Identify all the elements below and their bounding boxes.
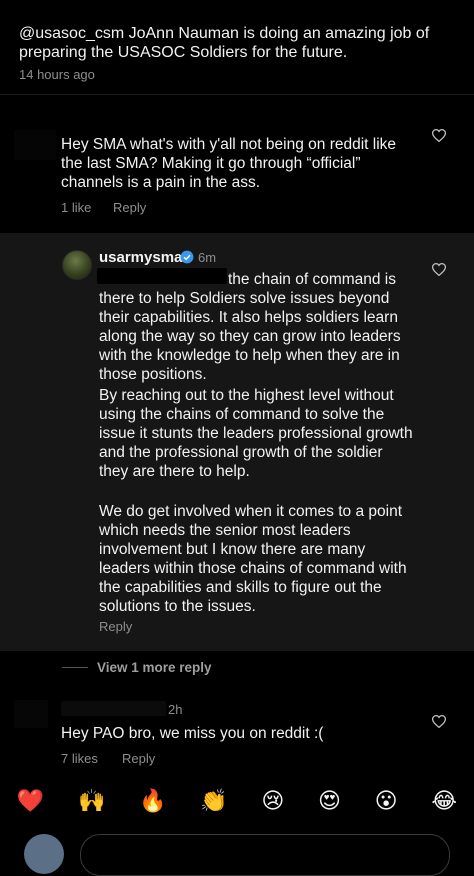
like-count[interactable]: 1 like: [61, 200, 91, 215]
like-count[interactable]: 7 likes: [61, 751, 98, 766]
emoji-fire[interactable]: 🔥: [139, 788, 166, 814]
reply-username[interactable]: usarmysma: [99, 249, 182, 266]
emoji-heart-eyes[interactable]: 😍: [318, 788, 341, 814]
avatar-redacted: [14, 700, 48, 728]
emoji-laughing[interactable]: 😂: [431, 788, 457, 814]
comment-text: Hey PAO bro, we miss you on reddit :(: [61, 725, 324, 742]
verified-badge-icon: [180, 250, 194, 264]
view-more-replies[interactable]: View 1 more reply: [97, 660, 212, 675]
compose-avatar: [24, 834, 64, 874]
top-comment-time: 14 hours ago: [19, 67, 95, 82]
like-heart-icon[interactable]: [432, 129, 446, 142]
like-heart-icon[interactable]: [432, 715, 446, 728]
reply-paragraph-2: By reaching out to the highest level wit…: [99, 387, 413, 480]
emoji-clapping[interactable]: 👏: [200, 788, 227, 814]
reply-button[interactable]: Reply: [99, 619, 132, 634]
like-heart-icon[interactable]: [432, 263, 446, 276]
reply-button[interactable]: Reply: [113, 200, 146, 215]
comment-time: 2h: [168, 702, 183, 717]
emoji-crying[interactable]: 😢: [261, 788, 284, 814]
top-comment-text: @usasoc_csm JoAnn Nauman is doing an ama…: [19, 25, 430, 61]
reply-button[interactable]: Reply: [122, 751, 155, 766]
reply-time: 6m: [198, 250, 217, 265]
divider: [0, 94, 474, 95]
reply-paragraph-1: the chain of command is there to help So…: [99, 271, 401, 383]
comment-input[interactable]: [80, 834, 450, 876]
reply-paragraph-3: We do get involved when it comes to a po…: [99, 503, 407, 615]
comment-text: Hey SMA what's with y'all not being on r…: [61, 136, 397, 191]
avatar-redacted: [14, 130, 56, 160]
emoji-heart[interactable]: ❤️: [17, 788, 44, 814]
avatar[interactable]: [62, 250, 92, 280]
view-more-line: [62, 667, 88, 668]
emoji-bar: ❤️ 🙌 🔥 👏 😢 😍 😮 😂: [0, 780, 474, 822]
emoji-surprised[interactable]: 😮: [375, 788, 398, 814]
redacted-username: [61, 701, 166, 716]
emoji-raising-hands[interactable]: 🙌: [78, 788, 105, 814]
